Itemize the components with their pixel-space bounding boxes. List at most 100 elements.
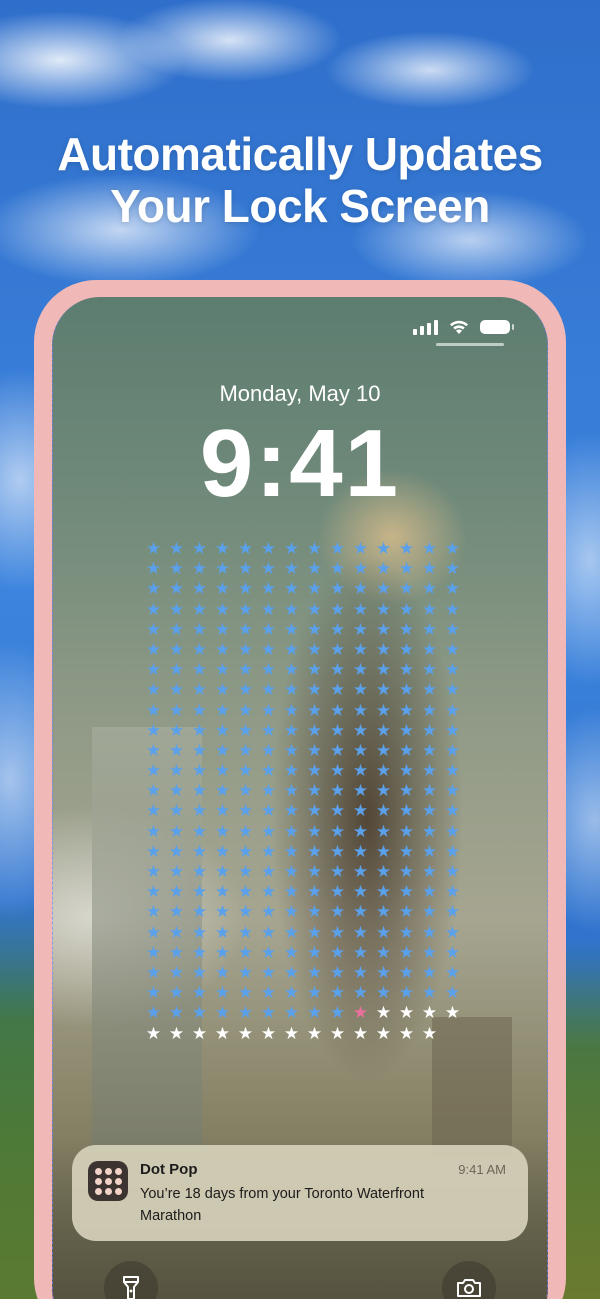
star-blue: ★: [191, 902, 208, 923]
star-blue: ★: [168, 942, 185, 963]
star-blue: ★: [444, 559, 461, 580]
star-blue: ★: [214, 700, 231, 721]
star-blue: ★: [306, 539, 323, 559]
star-blue: ★: [214, 680, 231, 701]
star-blue: ★: [444, 821, 461, 842]
star-blue: ★: [352, 619, 369, 640]
star-blue: ★: [398, 781, 415, 802]
star-blue: ★: [421, 821, 438, 842]
star-blue: ★: [375, 559, 392, 580]
star-blue: ★: [444, 720, 461, 741]
star-white: ★: [421, 1003, 438, 1024]
star-blue: ★: [329, 599, 346, 620]
star-blue: ★: [398, 821, 415, 842]
star-white: ★: [329, 1023, 346, 1044]
star-blue: ★: [168, 660, 185, 681]
star-blue: ★: [145, 902, 162, 923]
star-pink: ★: [352, 1003, 369, 1024]
star-blue: ★: [214, 579, 231, 600]
status-bar: [413, 319, 514, 335]
star-blue: ★: [145, 559, 162, 580]
star-white: ★: [306, 1023, 323, 1044]
star-blue: ★: [421, 902, 438, 923]
star-blue: ★: [329, 942, 346, 963]
star-blue: ★: [237, 680, 254, 701]
star-blue: ★: [260, 801, 277, 822]
headline-line-2: Your Lock Screen: [110, 180, 490, 232]
lock-date: Monday, May 10: [219, 381, 381, 406]
star-blue: ★: [283, 559, 300, 580]
star-blue: ★: [306, 680, 323, 701]
star-blue: ★: [329, 579, 346, 600]
wifi-icon: [450, 320, 468, 334]
star-blue: ★: [237, 639, 254, 660]
star-blue: ★: [191, 882, 208, 903]
star-blue: ★: [421, 942, 438, 963]
star-blue: ★: [283, 841, 300, 862]
star-blue: ★: [398, 559, 415, 580]
star-blue: ★: [421, 781, 438, 802]
star-blue: ★: [260, 559, 277, 580]
star-blue: ★: [352, 680, 369, 701]
star-blue: ★: [329, 882, 346, 903]
star-blue: ★: [260, 599, 277, 620]
star-blue: ★: [260, 902, 277, 923]
star-blue: ★: [237, 841, 254, 862]
star-blue: ★: [444, 922, 461, 943]
star-blue: ★: [306, 882, 323, 903]
star-blue: ★: [329, 862, 346, 882]
star-blue: ★: [168, 579, 185, 600]
star-blue: ★: [214, 539, 231, 559]
star-blue: ★: [306, 821, 323, 842]
star-blue: ★: [168, 639, 185, 660]
star-blue: ★: [145, 882, 162, 903]
star-blue: ★: [306, 761, 323, 782]
star-blue: ★: [214, 862, 231, 882]
star-blue: ★: [306, 599, 323, 620]
star-blue: ★: [168, 700, 185, 721]
star-blue: ★: [214, 599, 231, 620]
star-blue: ★: [444, 740, 461, 761]
star-blue: ★: [421, 599, 438, 620]
star-blue: ★: [375, 781, 392, 802]
star-blue: ★: [398, 700, 415, 721]
star-blue: ★: [375, 639, 392, 660]
star-blue: ★: [191, 579, 208, 600]
star-blue: ★: [306, 942, 323, 963]
star-blue: ★: [329, 781, 346, 802]
star-blue: ★: [283, 579, 300, 600]
star-blue: ★: [444, 761, 461, 782]
star-blue: ★: [237, 579, 254, 600]
star-blue: ★: [214, 559, 231, 580]
star-blue: ★: [306, 841, 323, 862]
star-blue: ★: [214, 962, 231, 983]
star-blue: ★: [375, 942, 392, 963]
star-blue: ★: [145, 962, 162, 983]
star-blue: ★: [352, 599, 369, 620]
star-blue: ★: [145, 680, 162, 701]
star-blue: ★: [398, 962, 415, 983]
star-blue: ★: [375, 841, 392, 862]
star-blue: ★: [306, 781, 323, 802]
star-blue: ★: [260, 740, 277, 761]
star-blue: ★: [260, 700, 277, 721]
star-blue: ★: [283, 922, 300, 943]
star-blue: ★: [145, 942, 162, 963]
star-blue: ★: [145, 821, 162, 842]
star-blue: ★: [421, 882, 438, 903]
star-blue: ★: [260, 882, 277, 903]
star-blue: ★: [283, 539, 300, 559]
star-blue: ★: [214, 902, 231, 923]
star-white: ★: [214, 1023, 231, 1044]
star-blue: ★: [145, 781, 162, 802]
star-blue: ★: [444, 983, 461, 1004]
star-blue: ★: [398, 841, 415, 862]
star-blue: ★: [168, 680, 185, 701]
star-blue: ★: [168, 720, 185, 741]
notification-card[interactable]: Dot Pop 9:41 AM You’re 18 days from your…: [72, 1145, 528, 1241]
star-blue: ★: [145, 619, 162, 640]
star-blue: ★: [145, 740, 162, 761]
star-blue: ★: [444, 700, 461, 721]
star-blue: ★: [444, 599, 461, 620]
star-blue: ★: [375, 862, 392, 882]
